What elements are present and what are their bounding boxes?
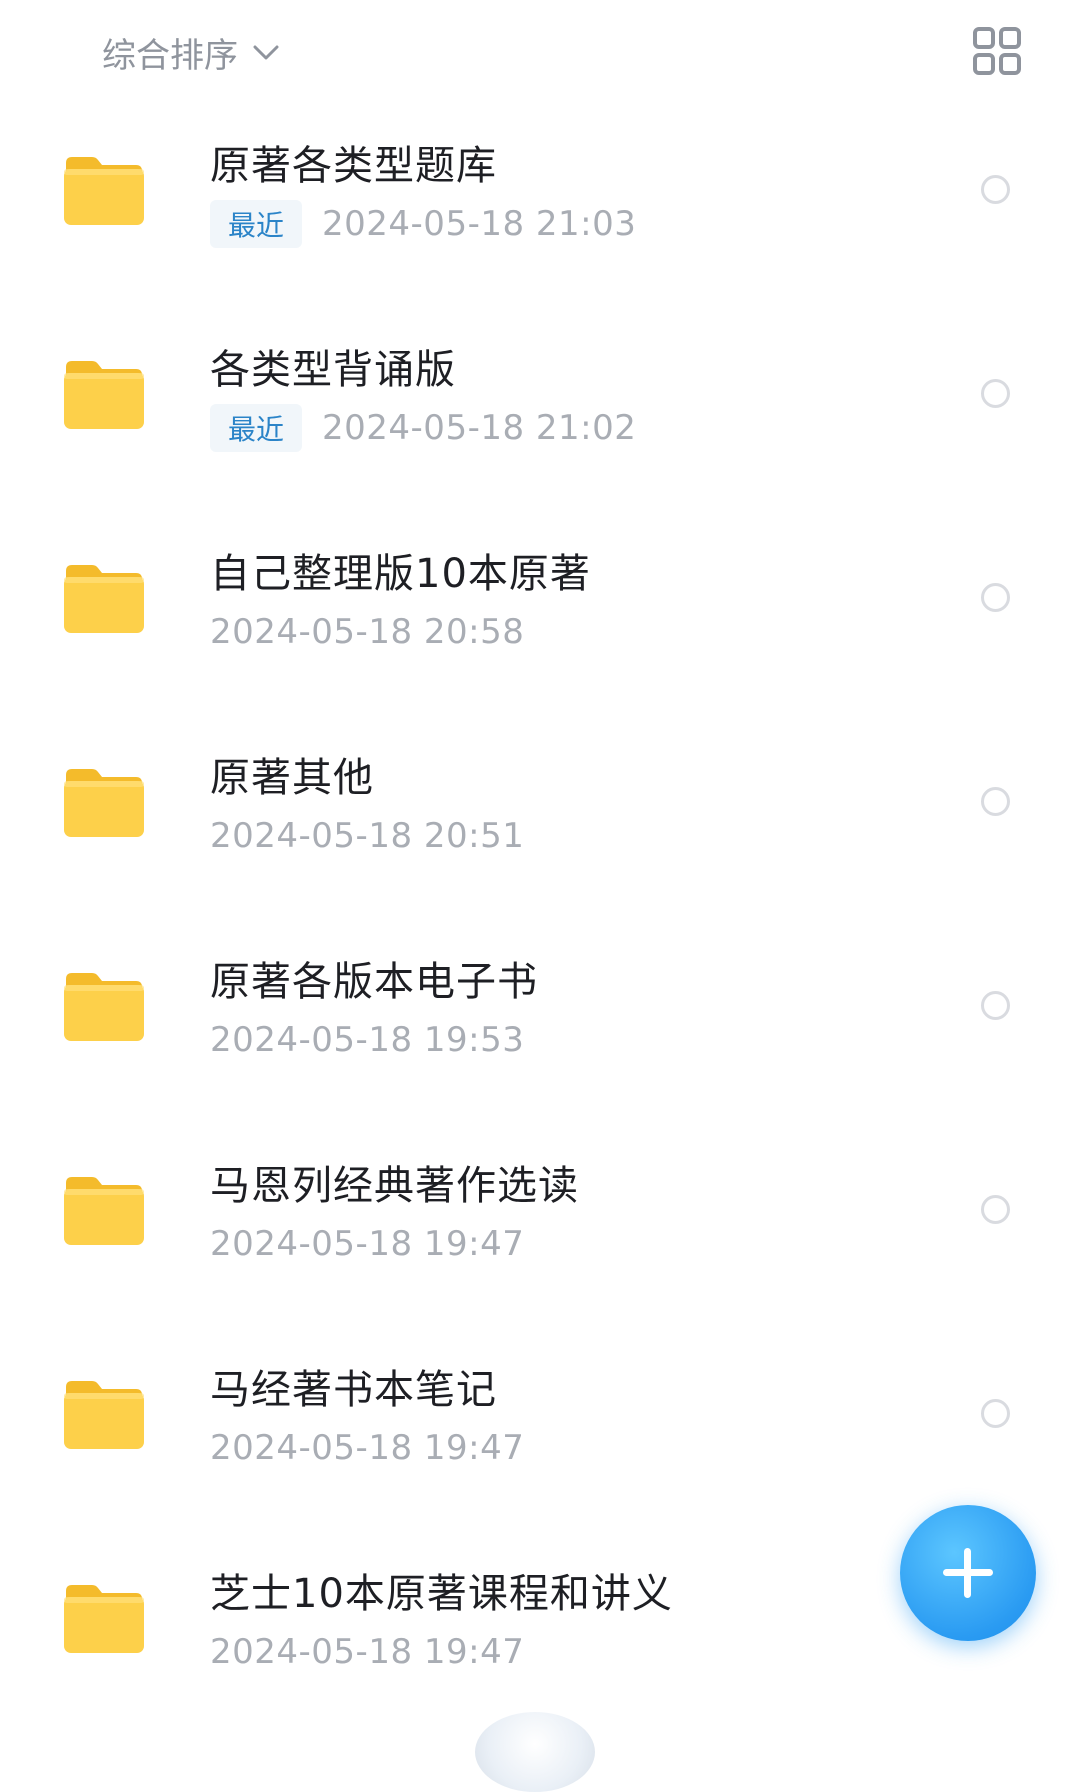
select-radio[interactable] [981, 1399, 1010, 1428]
file-date: 2024-05-18 20:51 [210, 816, 525, 856]
file-name: 马经著书本笔记 [210, 1367, 497, 1413]
file-date: 2024-05-18 19:47 [210, 1632, 525, 1672]
list-item[interactable]: 马经著书本笔记 2024-05-18 19:47 [0, 1327, 1080, 1531]
folder-icon [64, 1381, 144, 1449]
file-name: 自己整理版10本原著 [210, 551, 591, 597]
list-item[interactable]: 原著其他 2024-05-18 20:51 [0, 715, 1080, 919]
list-item[interactable]: 各类型背诵版 最近 2024-05-18 21:02 [0, 307, 1080, 511]
file-name: 各类型背诵版 [210, 347, 456, 393]
list-item[interactable]: 原著各版本电子书 2024-05-18 19:53 [0, 919, 1080, 1123]
select-radio[interactable] [981, 991, 1010, 1020]
sort-label: 综合排序 [102, 35, 238, 76]
list-item[interactable]: 自己整理版10本原著 2024-05-18 20:58 [0, 511, 1080, 715]
file-date: 2024-05-18 19:53 [210, 1020, 525, 1060]
folder-icon [64, 1585, 144, 1653]
file-meta: 2024-05-18 20:58 [210, 609, 524, 655]
list-item[interactable]: 原著各类型题库 最近 2024-05-18 21:03 [0, 103, 1080, 307]
folder-icon [64, 769, 144, 837]
file-meta: 2024-05-18 20:51 [210, 813, 524, 859]
grid-view-icon[interactable] [972, 26, 1022, 76]
folder-icon [64, 361, 144, 429]
file-name: 马恩列经典著作选读 [210, 1163, 579, 1209]
file-meta: 最近 2024-05-18 21:03 [210, 200, 637, 248]
top-bar: 综合排序 [0, 0, 1080, 100]
list-item[interactable]: 马恩列经典著作选读 2024-05-18 19:47 [0, 1123, 1080, 1327]
file-date: 2024-05-18 19:47 [210, 1224, 525, 1264]
select-radio[interactable] [981, 379, 1010, 408]
select-radio[interactable] [981, 1195, 1010, 1224]
select-radio[interactable] [981, 583, 1010, 612]
file-meta: 2024-05-18 19:53 [210, 1017, 524, 1063]
sort-dropdown[interactable]: 综合排序 [102, 28, 282, 76]
bottom-decoration [475, 1712, 595, 1792]
file-date: 2024-05-18 20:58 [210, 612, 525, 652]
file-name: 原著各版本电子书 [210, 959, 538, 1005]
file-name: 原著各类型题库 [210, 143, 497, 189]
recent-badge: 最近 [210, 200, 303, 248]
recent-badge: 最近 [210, 404, 303, 452]
select-radio[interactable] [981, 175, 1010, 204]
file-name: 芝士10本原著课程和讲义 [210, 1571, 673, 1617]
folder-icon [64, 565, 144, 633]
add-button[interactable] [900, 1505, 1036, 1641]
select-radio[interactable] [981, 787, 1010, 816]
folder-icon [64, 157, 144, 225]
file-name: 原著其他 [210, 755, 374, 801]
file-date: 2024-05-18 21:02 [322, 408, 637, 448]
file-meta: 2024-05-18 19:47 [210, 1221, 524, 1267]
file-date: 2024-05-18 21:03 [322, 204, 637, 244]
file-list: 原著各类型题库 最近 2024-05-18 21:03 各类型背诵版 最近 20… [0, 103, 1080, 1735]
file-meta: 最近 2024-05-18 21:02 [210, 404, 637, 452]
folder-icon [64, 973, 144, 1041]
file-date: 2024-05-18 19:47 [210, 1428, 525, 1468]
chevron-down-icon [253, 45, 279, 60]
file-meta: 2024-05-18 19:47 [210, 1425, 524, 1471]
file-meta: 2024-05-18 19:47 [210, 1629, 524, 1675]
folder-icon [64, 1177, 144, 1245]
